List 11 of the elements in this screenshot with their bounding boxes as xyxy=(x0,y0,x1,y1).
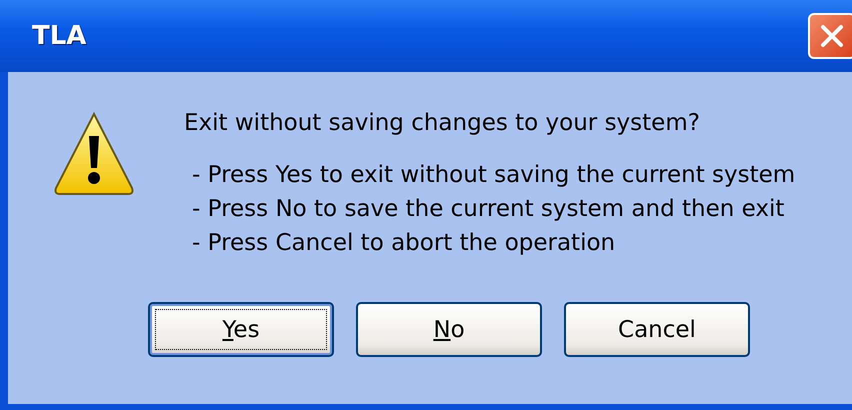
warning-icon xyxy=(52,110,136,196)
dialog-button[interactable]: Cancel xyxy=(564,302,750,357)
message-line: - Press No to save the current system and then exit xyxy=(191,195,786,224)
message-heading: Exit without saving changes to your system? xyxy=(184,110,701,136)
window-title: TLA xyxy=(32,21,86,51)
close-icon xyxy=(819,23,845,49)
dialog-button[interactable]: Yes xyxy=(148,302,334,357)
close-button[interactable] xyxy=(808,13,852,59)
dialog-button[interactable]: No xyxy=(356,302,542,357)
message-line: - Press Yes to exit without saving the current system xyxy=(191,161,796,190)
message-line: - Press Cancel to abort the operation xyxy=(191,229,616,258)
